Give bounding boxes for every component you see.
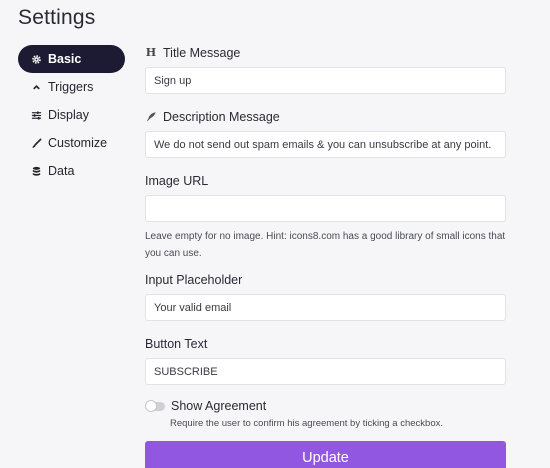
image-url-label: Image URL xyxy=(145,173,209,188)
page-title: Settings xyxy=(18,6,96,29)
sidebar-item-data[interactable]: Data xyxy=(18,157,125,185)
sidebar-item-basic[interactable]: Basic xyxy=(18,45,125,73)
title-message-input[interactable] xyxy=(145,67,506,94)
title-message-group: H Title Message xyxy=(145,44,506,94)
show-agreement-toggle[interactable] xyxy=(145,399,165,412)
sidebar-item-label: Basic xyxy=(48,52,82,66)
sidebar-item-triggers[interactable]: Triggers xyxy=(18,73,125,101)
brush-icon xyxy=(30,137,42,149)
show-agreement-group: Show Agreement Require the user to confi… xyxy=(145,398,506,429)
description-message-input[interactable] xyxy=(145,131,506,158)
feather-icon xyxy=(145,111,157,122)
button-text-label: Button Text xyxy=(145,336,208,351)
show-agreement-label: Show Agreement xyxy=(171,399,267,413)
button-text-group: Button Text xyxy=(145,335,506,385)
input-placeholder-group: Input Placeholder xyxy=(145,271,506,321)
sidebar-item-label: Triggers xyxy=(48,80,94,94)
sidebar-item-label: Customize xyxy=(48,136,108,150)
image-url-hint: Leave empty for no image. Hint: icons8.c… xyxy=(145,231,506,259)
sidebar: Basic Triggers Display Customize Data xyxy=(18,45,125,185)
sliders-icon xyxy=(30,109,42,121)
show-agreement-hint: Require the user to confirm his agreemen… xyxy=(170,418,443,429)
input-placeholder-label: Input Placeholder xyxy=(145,272,243,287)
sidebar-item-display[interactable]: Display xyxy=(18,101,125,129)
description-message-group: Description Message xyxy=(145,108,506,158)
sidebar-item-label: Display xyxy=(48,108,89,122)
title-message-label: H Title Message xyxy=(145,45,241,60)
update-button[interactable]: Update xyxy=(145,441,506,468)
image-url-group: Image URL Leave empty for no image. Hint… xyxy=(145,172,506,262)
input-placeholder-input[interactable] xyxy=(145,294,506,321)
database-icon xyxy=(30,165,42,177)
settings-form: H Title Message Description Message Imag… xyxy=(145,44,506,468)
sidebar-item-label: Data xyxy=(48,164,75,178)
chevron-up-icon xyxy=(30,81,42,93)
button-text-input[interactable] xyxy=(145,358,506,385)
heading-icon: H xyxy=(145,46,157,59)
sidebar-item-customize[interactable]: Customize xyxy=(18,129,125,157)
image-url-input[interactable] xyxy=(145,195,506,222)
gear-icon xyxy=(30,53,42,65)
toggle-knob xyxy=(145,399,157,412)
description-message-label: Description Message xyxy=(145,108,506,125)
